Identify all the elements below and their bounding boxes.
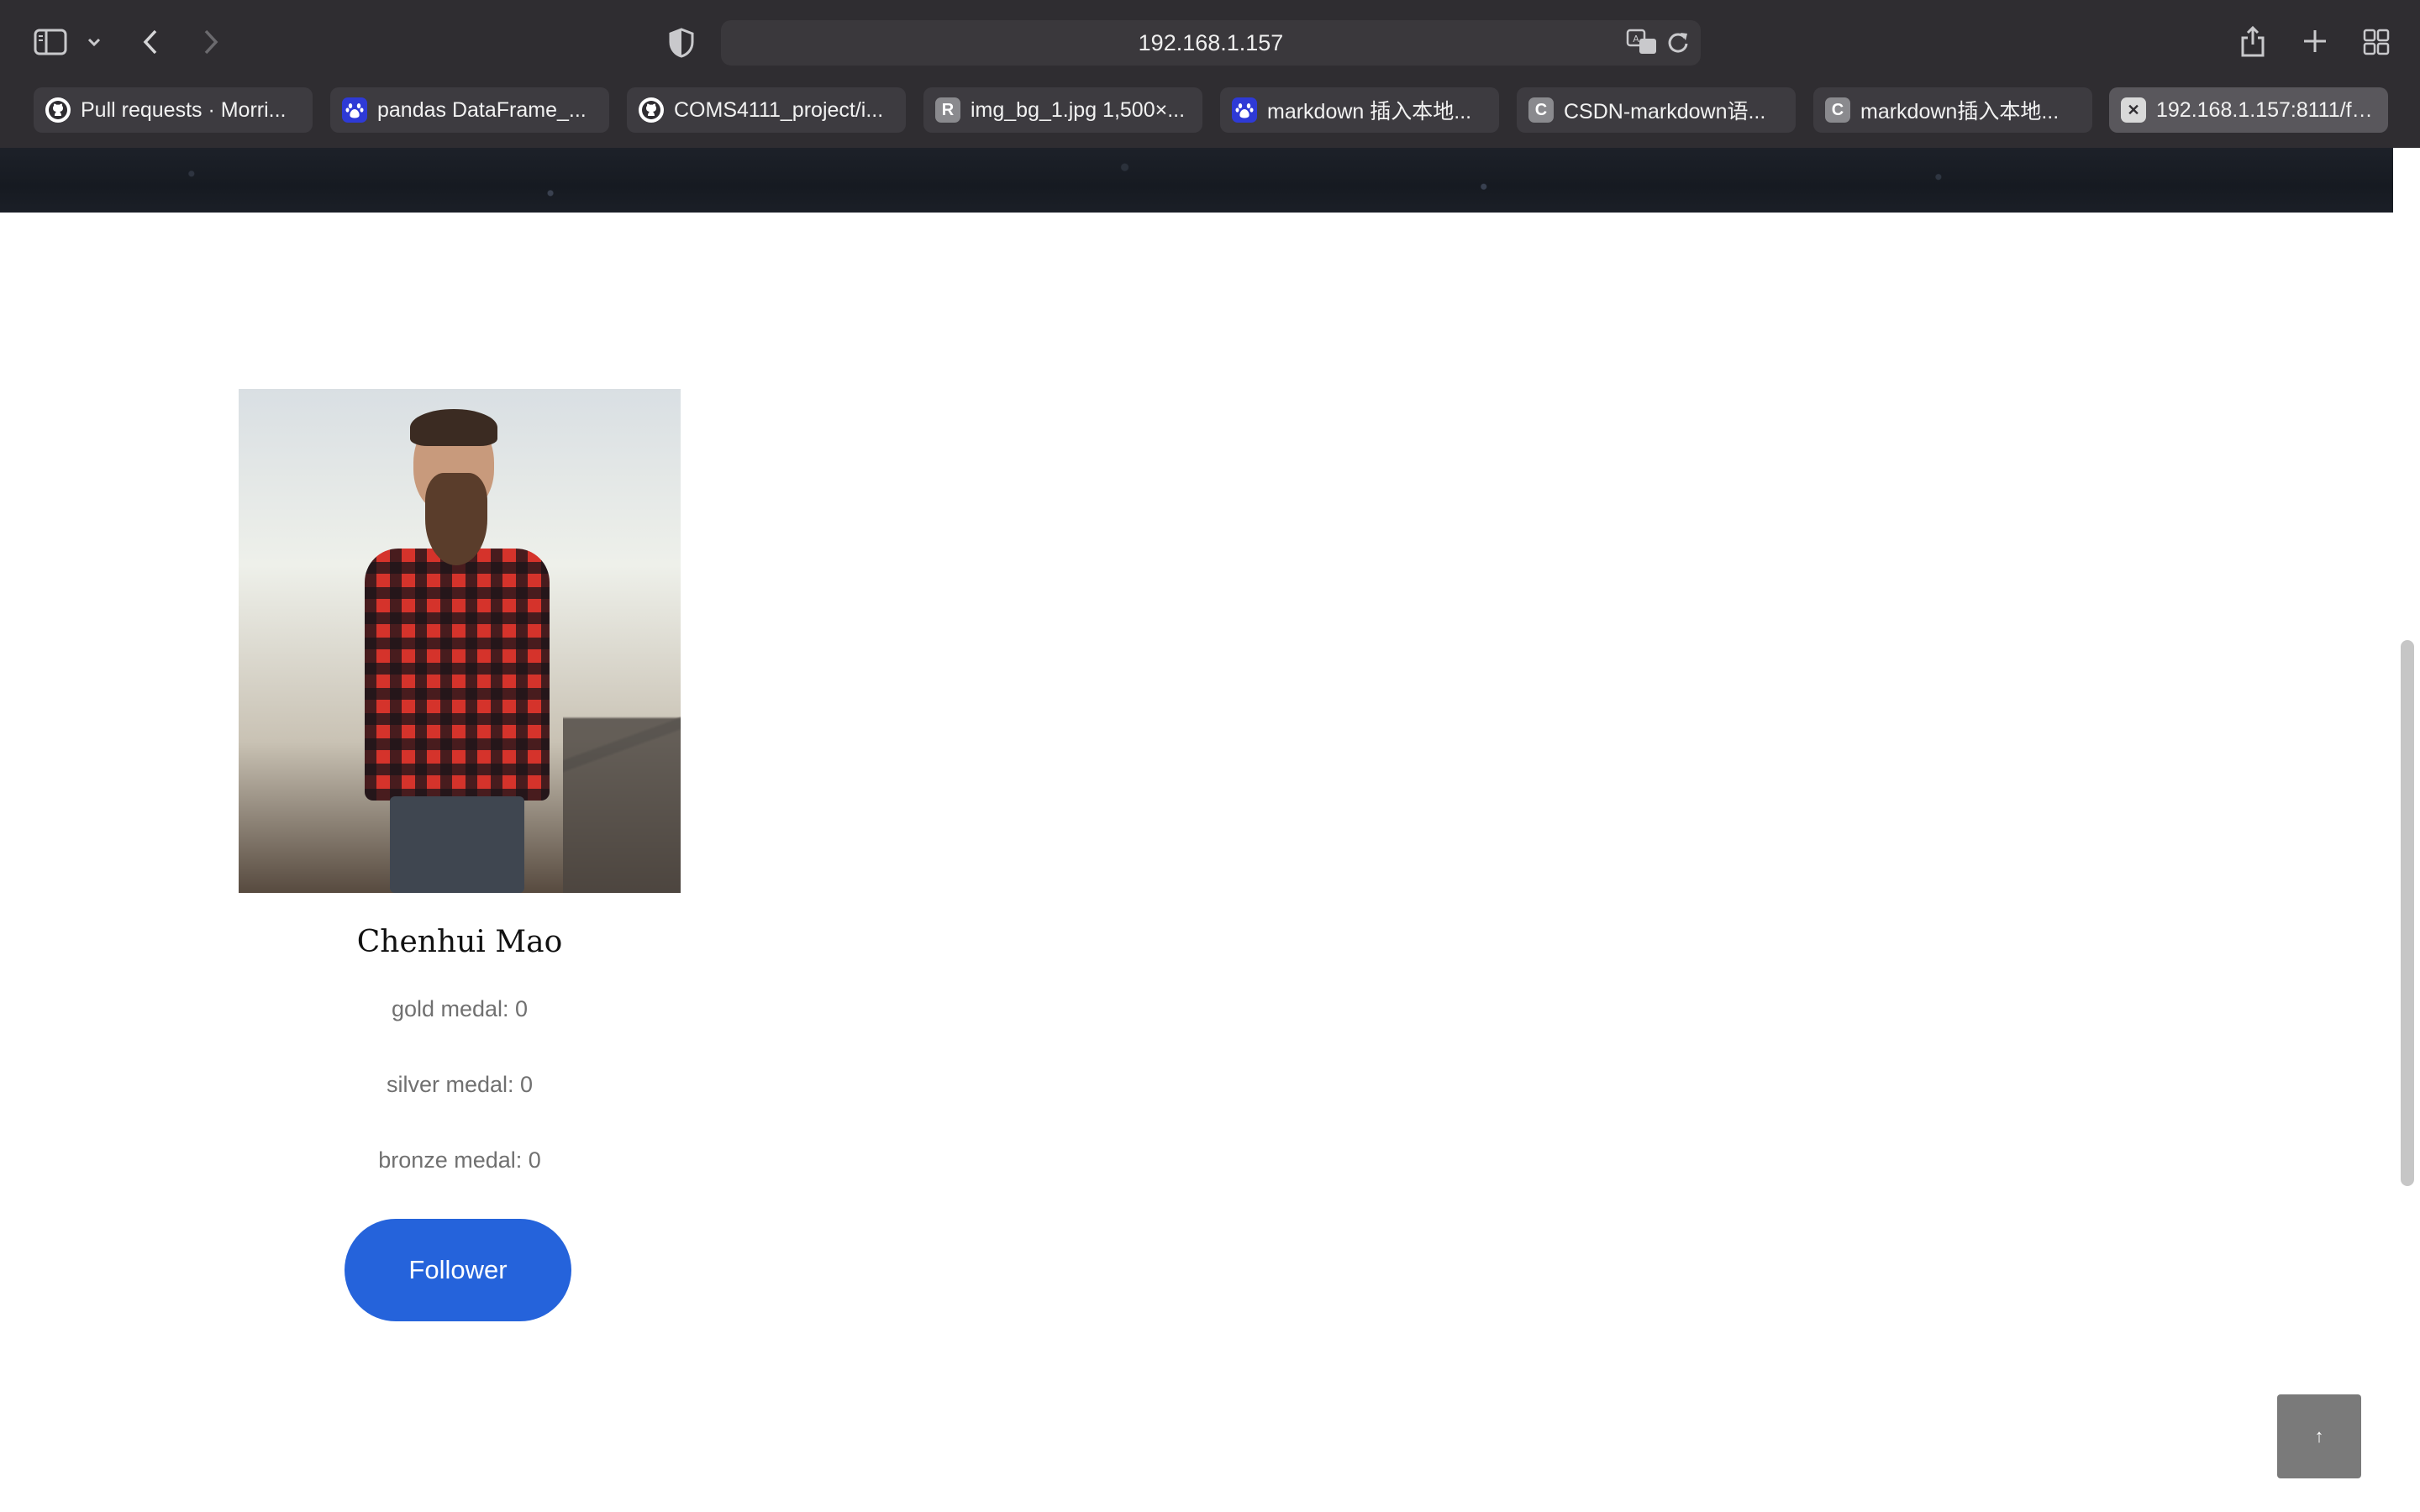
tab-label: markdown 插入本地...	[1267, 100, 1472, 123]
tab-bar: Pull requests · Morri... pandas DataFram…	[0, 84, 2420, 148]
tab-label: pandas DataFrame_...	[377, 97, 587, 122]
github-icon	[639, 97, 664, 123]
profile-card: Chenhui Mao gold medal: 0 silver medal: …	[239, 389, 681, 1321]
tab-coms4111-project[interactable]: COMS4111_project/i...	[627, 87, 906, 133]
chevron-down-icon[interactable]	[84, 32, 104, 52]
tab-label: Pull requests · Morri...	[81, 97, 287, 122]
new-tab-icon[interactable]	[2301, 27, 2329, 55]
address-bar[interactable]: 192.168.1.157	[721, 20, 1701, 66]
address-text: 192.168.1.157	[1138, 30, 1284, 55]
tab-label: img_bg_1.jpg 1,500×...	[971, 97, 1186, 122]
tab-markdown-insert[interactable]: C markdown插入本地...	[1813, 87, 2092, 133]
back-icon[interactable]	[138, 25, 163, 59]
svg-text:A: A	[1633, 34, 1639, 45]
close-icon[interactable]: ✕	[2121, 97, 2146, 123]
bronze-medal-count: bronze medal: 0	[378, 1147, 541, 1173]
github-icon	[45, 97, 71, 123]
share-icon[interactable]	[2238, 24, 2267, 59]
person-shirt	[365, 549, 550, 801]
person-beard	[425, 473, 487, 565]
letter-c-icon: C	[1825, 97, 1850, 123]
tab-label: COMS4111_project/i...	[674, 97, 884, 122]
letter-r-icon: R	[935, 97, 960, 123]
profile-photo	[239, 389, 681, 893]
photo-person	[356, 409, 558, 893]
page-content: Chenhui Mao gold medal: 0 silver medal: …	[0, 148, 2393, 1512]
person-jeans	[390, 796, 524, 893]
photo-railing	[563, 641, 681, 893]
tab-label: 192.168.1.157:8111/fo...	[2156, 97, 2376, 122]
baidu-icon	[342, 97, 367, 123]
tab-pull-requests[interactable]: Pull requests · Morri...	[34, 87, 313, 133]
letter-c-icon: C	[1528, 97, 1554, 123]
profile-name: Chenhui Mao	[356, 925, 563, 959]
reload-icon[interactable]	[1665, 29, 1691, 55]
tab-markdown-local[interactable]: markdown 插入本地...	[1220, 87, 1499, 133]
tab-overview-icon[interactable]	[2361, 27, 2391, 57]
translate-icon[interactable]: A	[1625, 27, 1659, 57]
tab-pandas-dataframe[interactable]: pandas DataFrame_...	[330, 87, 609, 133]
privacy-shield-icon[interactable]	[667, 27, 696, 59]
silver-medal-count: silver medal: 0	[386, 1072, 534, 1097]
back-to-top-button[interactable]: ↑	[2277, 1394, 2361, 1478]
tab-label: CSDN-markdown语...	[1564, 100, 1766, 123]
tab-current-page[interactable]: ✕ 192.168.1.157:8111/fo...	[2109, 87, 2388, 133]
hero-background-image	[0, 148, 2393, 213]
sidebar-toggle-icon[interactable]	[32, 25, 69, 59]
forward-icon[interactable]	[198, 25, 224, 59]
arrow-up-icon: ↑	[2314, 1425, 2324, 1446]
baidu-icon	[1232, 97, 1257, 123]
tab-csdn-markdown[interactable]: C CSDN-markdown语...	[1517, 87, 1796, 133]
scrollbar-thumb[interactable]	[2401, 640, 2414, 1186]
tab-img-bg[interactable]: R img_bg_1.jpg 1,500×...	[923, 87, 1202, 133]
person-hair	[410, 409, 497, 446]
tab-label: markdown插入本地...	[1860, 100, 2060, 123]
follower-button[interactable]: Follower	[345, 1219, 571, 1321]
gold-medal-count: gold medal: 0	[391, 996, 529, 1021]
browser-toolbar: 192.168.1.157 A	[0, 0, 2420, 84]
